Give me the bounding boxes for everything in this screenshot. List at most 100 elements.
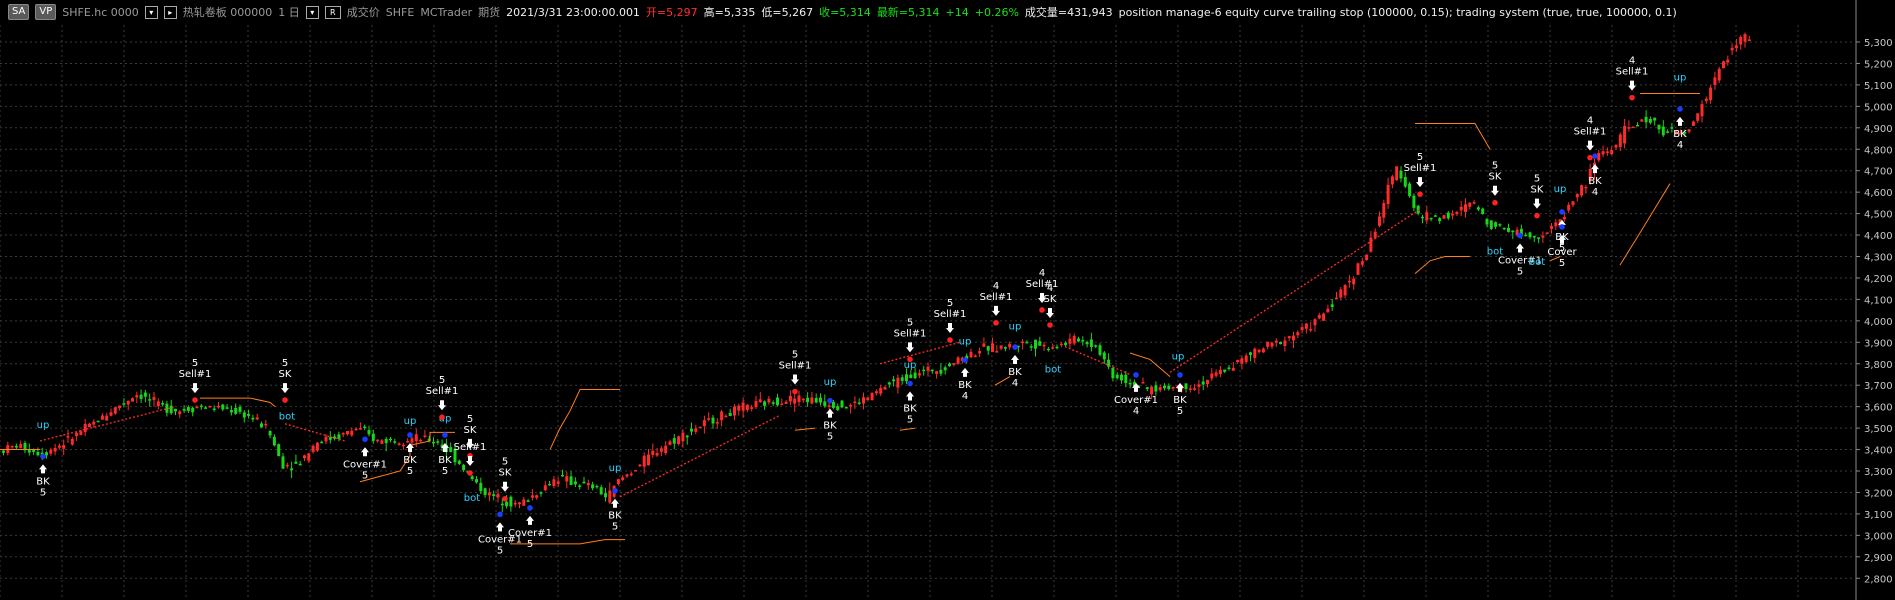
r-button[interactable]: R bbox=[324, 5, 341, 19]
candle-body bbox=[1347, 280, 1351, 283]
sa-button[interactable]: SA bbox=[8, 4, 30, 20]
arrow-down-icon bbox=[992, 305, 1000, 316]
candle-body bbox=[1666, 131, 1670, 133]
signal-label: BK bbox=[1673, 129, 1687, 140]
candle-body bbox=[363, 426, 367, 429]
trailing-line bbox=[39, 406, 176, 442]
signal-label: up bbox=[1674, 73, 1687, 84]
signal-label: up bbox=[904, 360, 917, 371]
price-tick-label: 5,100 bbox=[1864, 81, 1893, 92]
candle-body bbox=[199, 405, 203, 408]
signal-qty: 5 bbox=[442, 466, 448, 477]
period-dropdown-icon[interactable]: ▾ bbox=[305, 5, 319, 19]
candle-body bbox=[161, 403, 165, 405]
candle-body bbox=[1300, 327, 1304, 331]
dropdown-icon[interactable]: ▾ bbox=[144, 5, 158, 19]
arrow-down-icon bbox=[791, 374, 799, 385]
candle-body bbox=[995, 351, 999, 353]
signal-qty: 5 bbox=[947, 298, 953, 309]
candle-body bbox=[582, 481, 586, 484]
vp-button[interactable]: VP bbox=[35, 4, 57, 20]
candle-body bbox=[1696, 113, 1700, 121]
candle-body bbox=[741, 402, 745, 411]
candle-body bbox=[629, 473, 633, 476]
candle-body bbox=[1145, 387, 1149, 390]
candle-body bbox=[277, 444, 281, 457]
candle-body bbox=[1102, 352, 1106, 360]
candle-body bbox=[1743, 34, 1747, 42]
signal-label: Sell#1 bbox=[1026, 279, 1059, 290]
candle-body bbox=[1171, 386, 1175, 389]
candle-body bbox=[887, 382, 891, 385]
price-tick-label: 3,500 bbox=[1864, 424, 1893, 435]
candle-body bbox=[1253, 348, 1257, 358]
candle-body bbox=[1124, 374, 1128, 383]
arrow-down-icon bbox=[1491, 185, 1499, 196]
signal-qty: 4 bbox=[1133, 406, 1139, 417]
signal-qty: 5 bbox=[907, 317, 913, 328]
candle-body bbox=[905, 374, 908, 382]
arrow-up-icon bbox=[1676, 116, 1684, 126]
candle-body bbox=[1429, 217, 1433, 220]
candle-body bbox=[1464, 204, 1467, 213]
candle-body bbox=[1373, 231, 1377, 238]
candle-body bbox=[1661, 126, 1665, 136]
contract-selector-icon[interactable]: ▸ bbox=[163, 5, 177, 19]
candle-body bbox=[174, 408, 177, 412]
candle-body bbox=[1425, 212, 1429, 221]
candle-body bbox=[586, 482, 590, 486]
candle-body bbox=[492, 494, 496, 496]
arrow-down-icon bbox=[1628, 80, 1636, 91]
candle-body bbox=[565, 476, 569, 482]
signal-dot bbox=[282, 397, 288, 403]
low-value: 低=5,267 bbox=[761, 6, 814, 19]
candle-body bbox=[1008, 343, 1012, 348]
candle-body bbox=[57, 445, 61, 448]
symbol-label: SHFE.hc 0000 bbox=[62, 5, 139, 19]
signal-qty: 4 bbox=[1047, 283, 1053, 294]
signal-dot bbox=[1587, 154, 1593, 161]
signal-dot bbox=[947, 337, 953, 343]
signal-label: Sell#1 bbox=[426, 386, 459, 397]
signal-label: BK bbox=[958, 380, 972, 391]
candle-body bbox=[1537, 237, 1541, 239]
price-type-label: 成交价 bbox=[346, 6, 380, 19]
candle-body bbox=[913, 372, 917, 379]
signal-qty: 5 bbox=[40, 487, 46, 498]
signal-qty: 4 bbox=[1587, 116, 1593, 127]
candle-body bbox=[883, 387, 887, 390]
price-axis[interactable]: 5,300 5,200 5,100 5,000 4,900 4,800 4,700 4,600… bbox=[1855, 0, 1893, 600]
candle-body bbox=[1653, 117, 1657, 121]
candle-body bbox=[1562, 217, 1566, 220]
candle-body bbox=[1188, 388, 1192, 390]
arrow-up-icon bbox=[1011, 355, 1019, 365]
candle-body bbox=[100, 415, 104, 420]
signal-qty: 5 bbox=[407, 466, 413, 477]
signal-label: BK bbox=[36, 476, 50, 487]
candle-body bbox=[1455, 212, 1459, 215]
candle-body bbox=[1339, 289, 1343, 298]
candle-body bbox=[419, 439, 423, 442]
arrow-up-icon bbox=[526, 515, 534, 525]
candle-body bbox=[1150, 386, 1154, 395]
price-chart[interactable]: BK5up5Sell#15SKbotCover#15upBK5upBK55Sel… bbox=[0, 0, 1895, 600]
candle-body bbox=[1610, 149, 1614, 155]
candle-body bbox=[135, 395, 139, 398]
candle-body bbox=[358, 428, 362, 430]
candle-body bbox=[1360, 261, 1364, 265]
candle-body bbox=[307, 453, 311, 461]
arrow-down-icon bbox=[1586, 140, 1594, 151]
candle-body bbox=[105, 415, 109, 421]
candle-body bbox=[1687, 129, 1691, 132]
candle-body bbox=[513, 502, 517, 505]
price-tick-label: 2,800 bbox=[1864, 574, 1893, 585]
candle-body bbox=[840, 400, 844, 408]
candle-body bbox=[1636, 124, 1639, 127]
candle-body bbox=[1365, 254, 1369, 260]
signal-label: BK bbox=[903, 403, 917, 414]
candle-body bbox=[406, 441, 410, 443]
candle-body bbox=[1025, 341, 1029, 344]
candle-body bbox=[397, 443, 401, 445]
candle-body bbox=[651, 450, 655, 455]
candle-body bbox=[449, 447, 453, 452]
